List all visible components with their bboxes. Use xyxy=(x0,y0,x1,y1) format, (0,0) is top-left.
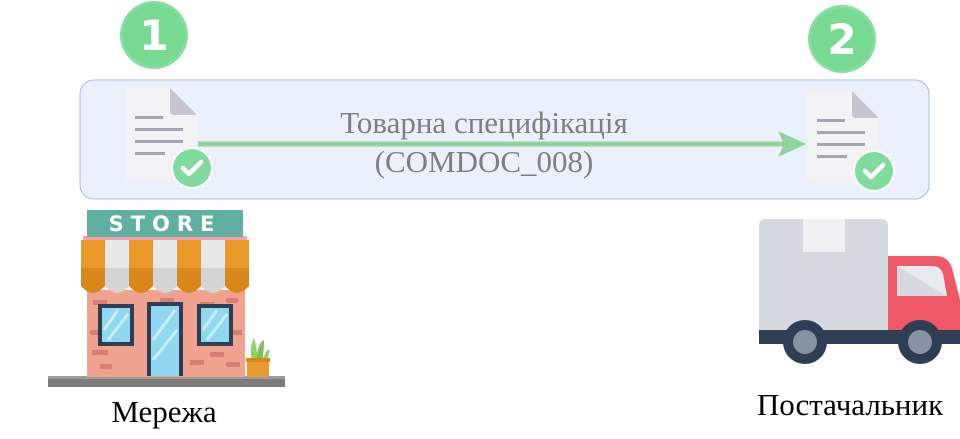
step-number-1: 1 xyxy=(139,11,168,60)
receiver-label: Постачальник xyxy=(757,387,944,422)
store-icon: STORE xyxy=(48,210,285,387)
truck-icon xyxy=(759,219,960,364)
step-badge-2: 2 xyxy=(808,5,876,73)
step-number-2: 2 xyxy=(827,15,856,64)
sender-label: Мережа xyxy=(111,394,217,429)
store-sign-text: STORE xyxy=(109,212,222,236)
step-badge-1: 1 xyxy=(120,1,188,69)
flow-title-line2: (COMDOC_008) xyxy=(375,144,594,179)
flow-title-line1: Товарна специфікація xyxy=(340,105,628,140)
edi-flow-diagram: Товарна специфікація (COMDOC_008) 1 2 ST… xyxy=(48,1,960,429)
